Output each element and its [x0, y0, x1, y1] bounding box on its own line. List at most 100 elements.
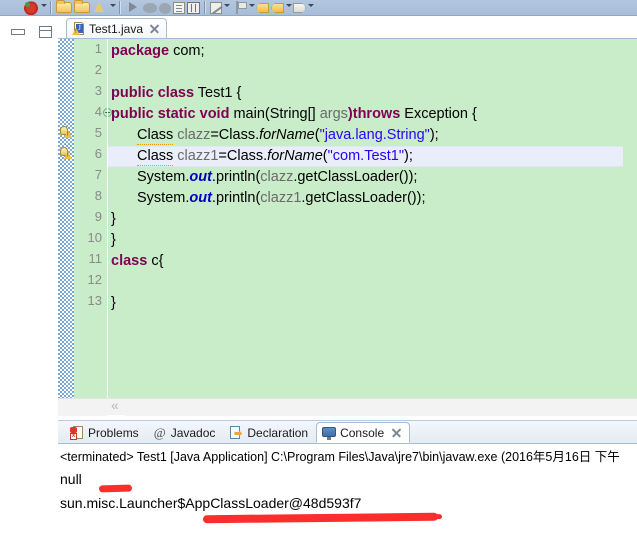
debug-bug-icon[interactable]: [143, 3, 157, 13]
toolbar-separator-3: [204, 1, 206, 14]
param-args: args: [319, 106, 348, 122]
keyword-throws: )throws: [347, 106, 401, 122]
keyword-package: package: [111, 43, 170, 59]
code-text: =Class.: [210, 127, 260, 143]
console-output[interactable]: <terminated> Test1 [Java Application] C:…: [58, 443, 637, 544]
yellow-tag-icon-2[interactable]: [271, 3, 284, 13]
tab-label: Javadoc: [170, 425, 216, 440]
dropdown-arrow-icon-3[interactable]: [223, 0, 230, 15]
console-output-line-1: null: [60, 471, 82, 487]
line-number: 12: [87, 272, 102, 287]
code-text: com;: [169, 43, 205, 59]
close-icon[interactable]: [391, 427, 402, 438]
line-number: 5: [94, 125, 102, 140]
editor-tabbar: J Test1.java: [58, 16, 637, 38]
code-text: .println(: [211, 190, 261, 206]
warning-marker-line-6[interactable]: [59, 146, 73, 160]
var-clazz: clazz: [173, 127, 211, 143]
code-line-9: }: [111, 211, 116, 227]
dropdown-arrow-icon-2[interactable]: [109, 0, 116, 15]
export-icon[interactable]: [92, 0, 108, 15]
declaration-icon: [229, 425, 243, 440]
open-folder-icon[interactable]: [56, 0, 72, 13]
edit-icon[interactable]: [210, 2, 222, 14]
marker-ruler[interactable]: [58, 39, 74, 398]
code-text: main(String[]: [229, 106, 320, 122]
restore-icon[interactable]: [11, 29, 25, 35]
code-text: System.: [137, 169, 190, 185]
code-text: Test1 {: [194, 85, 242, 101]
tab-declaration[interactable]: Declaration: [223, 422, 316, 443]
code-text-area[interactable]: package com; public class Test1 { public…: [111, 39, 637, 398]
main-toolbar: [0, 0, 637, 16]
tab-label: Console: [340, 425, 385, 440]
type-class: Class: [137, 127, 174, 145]
code-text: );: [404, 148, 413, 164]
dropdown-arrow-icon-5[interactable]: [285, 0, 292, 15]
field-out: out: [189, 190, 212, 206]
line-number: 11: [88, 251, 103, 266]
yellow-tag-icon[interactable]: [256, 3, 269, 13]
method-forname: forName: [259, 127, 315, 143]
overview-ruler[interactable]: [623, 39, 637, 398]
type-class: Class: [137, 148, 174, 166]
code-editor[interactable]: 1 2 3 4 5 6 7 8 9 10 11 12 13: [58, 38, 637, 398]
field-out: out: [189, 169, 212, 185]
tab-problems[interactable]: x Problems: [64, 422, 147, 443]
line-number: 13: [87, 293, 102, 308]
tab-javadoc[interactable]: @ Javadoc: [147, 422, 224, 443]
editor-tab-label: Test1.java: [89, 21, 144, 36]
tab-label: Declaration: [247, 425, 309, 440]
code-line-1: package com;: [111, 41, 205, 62]
warning-marker-line-5[interactable]: [59, 125, 73, 139]
keyword-public-static-void: public static void: [111, 106, 230, 122]
line-number: 7: [94, 167, 102, 182]
debug-icon[interactable]: [23, 0, 39, 15]
toolbar-separator: [50, 1, 52, 14]
scrollbar-track[interactable]: [125, 398, 637, 416]
line-number-gutter: 1 2 3 4 5 6 7 8 9 10 11 12 13: [74, 39, 112, 398]
code-text: );: [429, 127, 439, 143]
line-number: 9: [94, 209, 102, 224]
code-text: .getClassLoader());: [301, 190, 426, 206]
document-icon[interactable]: [173, 2, 185, 14]
var-clazz1: clazz1: [260, 190, 302, 206]
open-folder-icon-2[interactable]: [74, 0, 90, 13]
grey-tag-icon[interactable]: [293, 3, 306, 13]
editor-horizontal-scrollbar[interactable]: [58, 397, 637, 416]
dropdown-arrow-icon-6[interactable]: [307, 0, 314, 15]
line-number: 1: [94, 41, 102, 56]
dropdown-arrow-icon[interactable]: [40, 0, 47, 15]
code-text: c{: [147, 253, 164, 269]
gutter-separator: [107, 39, 108, 398]
code-text: System.: [137, 190, 190, 206]
string-literal: "java.lang.String": [319, 127, 430, 143]
code-text: Exception {: [400, 106, 477, 122]
editor-tab-test1-java[interactable]: J Test1.java: [66, 18, 168, 38]
line-number: 3: [94, 83, 102, 98]
var-clazz: clazz: [260, 169, 294, 185]
code-text: =Class.: [218, 148, 268, 164]
var-clazz1: clazz1: [173, 148, 219, 164]
flag-icon[interactable]: [231, 0, 247, 15]
view-tabbar: x Problems @ Javadoc Declaration Console: [58, 420, 637, 443]
columns-icon[interactable]: [187, 2, 200, 14]
method-forname: forName: [267, 148, 323, 164]
code-line-5: Class clazz=Class.forName("java.lang.Str…: [111, 125, 439, 146]
scroll-left-arrow-icon[interactable]: [107, 397, 125, 416]
dropdown-arrow-icon-4[interactable]: [248, 0, 255, 15]
code-line-10: }: [111, 232, 116, 248]
circle-icon[interactable]: [159, 3, 171, 14]
close-icon[interactable]: [149, 23, 160, 34]
code-line-6: Class clazz1=Class.forName("com.Test1");: [111, 146, 413, 167]
scrollbar-corner: [58, 398, 107, 416]
console-output-line-2: sun.misc.Launcher$AppClassLoader@48d593f…: [60, 495, 362, 511]
tab-console[interactable]: Console: [316, 422, 411, 443]
line-number: 2: [94, 62, 102, 77]
problems-icon: x: [70, 425, 84, 440]
run-icon[interactable]: [125, 0, 141, 15]
workbench: J Test1.java 1 2 3: [0, 16, 637, 544]
code-line-8: System.out.println(clazz1.getClassLoader…: [111, 188, 426, 209]
string-literal: "com.Test1": [327, 148, 404, 164]
maximize-icon[interactable]: [39, 26, 52, 38]
